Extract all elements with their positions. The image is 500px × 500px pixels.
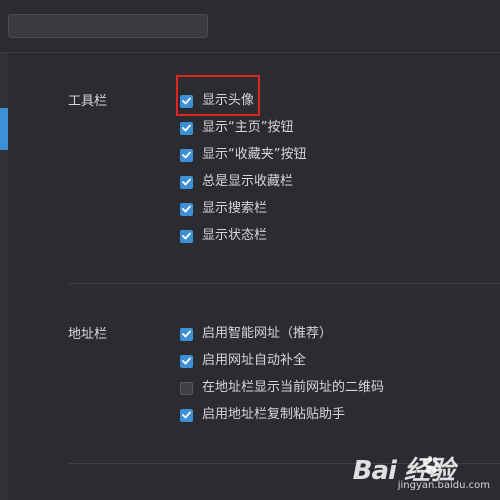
option-show-qrcode[interactable]: 在地址栏显示当前网址的二维码 — [180, 380, 384, 396]
checkmark-icon — [182, 205, 191, 213]
left-nav-active-indicator[interactable] — [0, 108, 8, 150]
option-label: 显示搜索栏 — [202, 201, 268, 216]
option-show-status-bar[interactable]: 显示状态栏 — [180, 228, 267, 244]
option-show-home-button[interactable]: 显示“主页”按钮 — [180, 120, 293, 136]
checkmark-icon — [182, 411, 191, 419]
settings-search-input[interactable] — [8, 14, 208, 38]
section-divider — [68, 283, 500, 284]
checkbox-smart-url[interactable] — [180, 327, 193, 341]
checkbox-show-status-bar[interactable] — [180, 229, 193, 243]
option-label: 启用网址自动补全 — [202, 353, 307, 368]
toolbar-section-label: 工具栏 — [68, 94, 108, 109]
option-always-show-favorites-bar[interactable]: 总是显示收藏栏 — [180, 174, 293, 190]
option-copy-paste-helper[interactable]: 启用地址栏复制粘贴助手 — [180, 407, 345, 423]
checkmark-icon — [182, 232, 191, 240]
option-smart-url[interactable]: 启用智能网址（推荐） — [180, 326, 332, 342]
settings-page: 工具栏 显示头像 显示“主页”按钮 显示“收藏夹”按钮 总是显示收藏栏 显示搜索… — [0, 0, 500, 500]
option-show-search-bar[interactable]: 显示搜索栏 — [180, 201, 267, 217]
checkbox-show-search-bar[interactable] — [180, 202, 193, 216]
checkbox-url-autocomplete[interactable] — [180, 354, 193, 368]
checkmark-icon — [182, 357, 191, 365]
address-section-label: 地址栏 — [68, 327, 108, 342]
option-label: 总是显示收藏栏 — [202, 174, 294, 189]
checkbox-always-show-favorites-bar[interactable] — [180, 175, 193, 189]
checkmark-icon — [182, 151, 191, 159]
option-label: 启用智能网址（推荐） — [202, 326, 333, 341]
checkmark-icon — [182, 178, 191, 186]
checkmark-icon — [182, 330, 191, 338]
checkbox-show-favorites-button[interactable] — [180, 148, 193, 162]
checkbox-copy-paste-helper[interactable] — [180, 408, 193, 422]
option-label: 启用地址栏复制粘贴助手 — [202, 407, 346, 422]
checkbox-show-qrcode[interactable] — [180, 381, 193, 395]
option-url-autocomplete[interactable]: 启用网址自动补全 — [180, 353, 306, 369]
option-label: 显示“主页”按钮 — [202, 120, 294, 135]
option-label: 显示状态栏 — [202, 228, 268, 243]
checkmark-icon — [182, 124, 191, 132]
watermark-site: jingyan.baidu.com — [397, 480, 490, 491]
option-show-favorites-button[interactable]: 显示“收藏夹”按钮 — [180, 147, 306, 163]
top-bar — [0, 0, 500, 53]
checkbox-show-home-button[interactable] — [180, 121, 193, 135]
highlight-annotation — [176, 75, 260, 116]
option-label: 在地址栏显示当前网址的二维码 — [202, 380, 385, 395]
baidu-watermark: Bai 经验 jingyan.baidu.com — [344, 450, 494, 496]
option-label: 显示“收藏夹”按钮 — [202, 147, 307, 162]
